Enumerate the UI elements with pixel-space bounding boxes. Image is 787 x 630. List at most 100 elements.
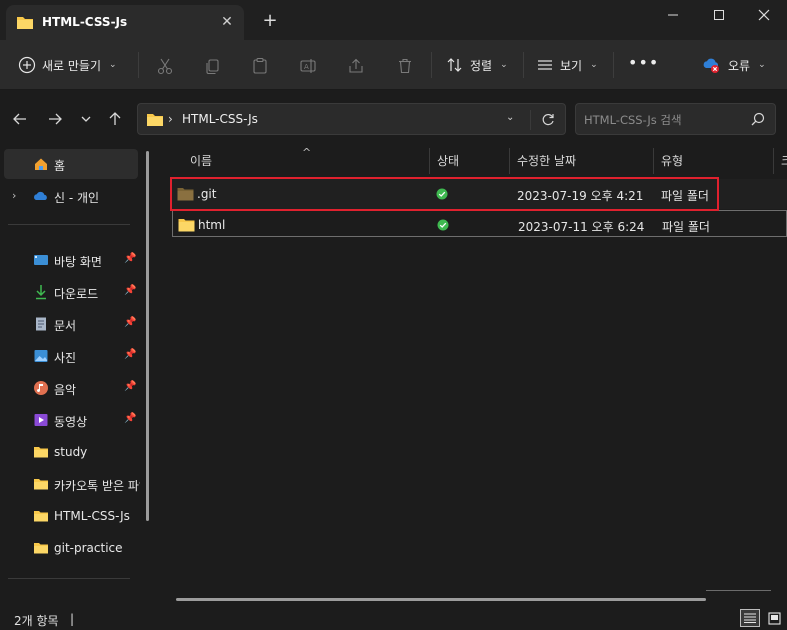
sidebar-item-label: study <box>54 445 88 459</box>
file-modified: 2023-07-11 오후 6:24 <box>518 220 645 234</box>
desktop-icon <box>34 255 48 265</box>
paste-button[interactable] <box>249 55 271 77</box>
pin-icon: 📌 <box>124 381 137 392</box>
refresh-button[interactable] <box>538 110 558 130</box>
address-divider <box>530 110 531 130</box>
sidebar-item-label: 카카오톡 받은 파일 <box>54 479 140 493</box>
tiles-view-icon <box>767 611 781 625</box>
back-button[interactable] <box>9 108 31 130</box>
rename-button[interactable]: A <box>297 55 319 77</box>
item-count: 2개 항목 <box>14 614 59 628</box>
folder-icon <box>34 511 48 522</box>
more-options-button[interactable]: ••• <box>628 53 659 72</box>
file-type: 파일 폴더 <box>662 220 710 234</box>
view-label: 보기 <box>560 58 583 73</box>
folder-icon <box>34 543 48 554</box>
sidebar-scrollbar[interactable] <box>146 151 149 521</box>
maximize-button[interactable] <box>696 0 742 30</box>
share-button[interactable] <box>345 55 367 77</box>
file-name[interactable]: html <box>198 218 225 232</box>
new-tab-button[interactable]: + <box>259 9 281 31</box>
sidebar-item-desktop[interactable]: 바탕 화면 📌 <box>4 245 138 275</box>
add-circle-icon <box>18 56 36 74</box>
column-header-name[interactable]: 이름 <box>190 152 212 169</box>
large-icons-view-button[interactable] <box>765 609 783 627</box>
sidebar-item-html-css-js[interactable]: HTML-CSS-Js <box>4 501 138 531</box>
breadcrumb-chevron-icon[interactable]: › <box>168 112 173 126</box>
up-button[interactable] <box>104 108 126 130</box>
close-tab-button[interactable]: ✕ <box>216 11 238 33</box>
refresh-icon <box>542 113 554 126</box>
document-icon <box>36 317 46 331</box>
breadcrumb-item[interactable]: HTML-CSS-Js <box>182 112 258 126</box>
toolbar-divider <box>138 52 139 78</box>
copy-button[interactable] <box>201 55 223 77</box>
sort-button[interactable]: 정렬 ⌄ <box>446 56 508 74</box>
column-divider[interactable] <box>509 148 510 174</box>
chevron-down-icon <box>81 116 91 122</box>
navigation-pane: 홈 › 신 - 개인 바탕 화면 📌 다운로드 📌 문서 📌 사진 📌 음악 📌… <box>0 146 160 607</box>
arrow-right-icon <box>49 113 62 125</box>
column-header-status[interactable]: 상태 <box>437 152 459 169</box>
column-header-size[interactable]: 크 <box>781 152 787 169</box>
details-view-button[interactable] <box>740 609 760 627</box>
column-header-modified[interactable]: 수정한 날짜 <box>517 152 576 169</box>
tab-html-css-js[interactable]: HTML-CSS-Js ✕ <box>6 5 244 40</box>
sidebar-item-study[interactable]: study <box>4 437 138 467</box>
expand-chevron-icon[interactable]: › <box>12 189 16 202</box>
forward-button[interactable] <box>44 108 66 130</box>
file-list: ^ 이름 상태 수정한 날짜 유형 크 .git 2023-07-19 오후 4… <box>160 146 787 607</box>
details-view-icon <box>744 613 756 623</box>
copy-icon <box>206 59 219 75</box>
table-row[interactable]: html 2023-07-11 오후 6:24 파일 폴더 <box>172 210 787 237</box>
delete-icon <box>399 58 411 74</box>
rename-icon: A <box>300 59 316 73</box>
status-bar: 2개 항목 | <box>0 607 787 630</box>
paste-icon <box>253 57 267 74</box>
pictures-icon <box>34 350 48 362</box>
sidebar-item-home[interactable]: 홈 <box>4 149 138 179</box>
home-icon <box>35 158 47 170</box>
search-placeholder[interactable]: HTML-CSS-Js 검색 <box>584 112 682 128</box>
sidebar-item-documents[interactable]: 문서 📌 <box>4 309 138 339</box>
horizontal-scrollbar[interactable] <box>176 598 706 601</box>
column-divider[interactable] <box>429 148 430 174</box>
view-button[interactable]: 보기 ⌄ <box>536 56 598 74</box>
sidebar-item-pictures[interactable]: 사진 📌 <box>4 341 138 371</box>
search-icon <box>751 112 765 126</box>
chevron-down-icon: ⌄ <box>590 60 598 70</box>
column-header-type[interactable]: 유형 <box>661 152 683 169</box>
sidebar-item-git-practice[interactable]: git-practice <box>4 533 138 563</box>
command-bar: 새로 만들기 ⌄ A 정렬 ⌄ 보기 ⌄ ••• 오류 ⌄ <box>0 40 787 90</box>
column-divider[interactable] <box>773 148 774 174</box>
cloud-error-icon <box>703 58 719 73</box>
sidebar-divider <box>8 224 130 225</box>
sort-label: 정렬 <box>470 58 493 73</box>
minimize-button[interactable] <box>650 0 696 30</box>
status-divider: | <box>70 612 75 626</box>
toolbar-divider <box>523 52 524 78</box>
sidebar-item-kakaotalk[interactable]: 카카오톡 받은 파일 <box>4 469 140 499</box>
column-divider[interactable] <box>653 148 654 174</box>
search-box[interactable]: HTML-CSS-Js 검색 <box>575 103 776 135</box>
sidebar-item-music[interactable]: 음악 📌 <box>4 373 138 403</box>
address-dropdown-icon[interactable]: ⌄ <box>506 112 514 123</box>
sidebar-item-downloads[interactable]: 다운로드 📌 <box>4 277 138 307</box>
view-list-icon <box>538 60 552 70</box>
video-icon <box>34 414 48 426</box>
pin-icon: 📌 <box>124 413 137 424</box>
sidebar-item-videos[interactable]: 동영상 📌 <box>4 405 138 435</box>
sync-error-button[interactable]: 오류 ⌄ <box>702 56 766 74</box>
recent-locations-button[interactable] <box>75 108 97 130</box>
close-icon <box>758 9 770 21</box>
toolbar-divider <box>431 52 432 78</box>
cut-button[interactable] <box>154 55 176 77</box>
address-bar[interactable]: › HTML-CSS-Js ⌄ <box>137 103 566 135</box>
cut-icon <box>157 58 173 75</box>
pin-icon: 📌 <box>124 317 137 328</box>
sidebar-item-label: 홈 <box>54 159 66 173</box>
new-button[interactable]: 새로 만들기 ⌄ <box>18 56 117 74</box>
close-window-button[interactable] <box>741 0 787 30</box>
sidebar-item-onedrive[interactable]: › 신 - 개인 <box>4 181 138 211</box>
delete-button[interactable] <box>394 55 416 77</box>
